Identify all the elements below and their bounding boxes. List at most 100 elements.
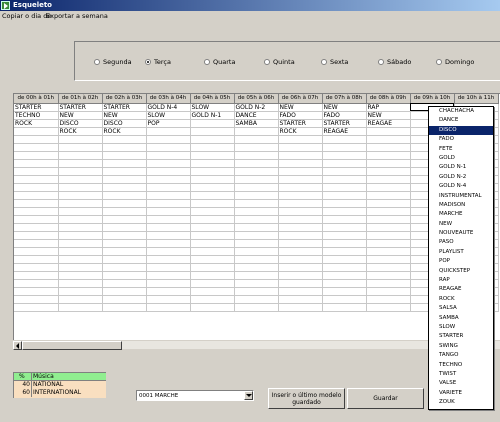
- grid-cell[interactable]: [14, 215, 59, 224]
- grid-cell[interactable]: [278, 255, 323, 264]
- grid-cell[interactable]: [102, 263, 147, 272]
- grid-cell[interactable]: [234, 295, 279, 304]
- grid-cell[interactable]: [58, 287, 103, 296]
- genre-option[interactable]: PASO: [429, 238, 493, 247]
- grid-cell[interactable]: [146, 271, 191, 280]
- grid-cell[interactable]: [366, 215, 411, 224]
- grid-cell[interactable]: [146, 127, 191, 136]
- genre-option[interactable]: POP: [429, 257, 493, 266]
- grid-cell[interactable]: [190, 135, 235, 144]
- grid-cell[interactable]: STARTER: [102, 103, 147, 112]
- genre-option[interactable]: SWING: [429, 342, 493, 351]
- grid-cell[interactable]: [234, 151, 279, 160]
- grid-cell[interactable]: [14, 223, 59, 232]
- grid-cell[interactable]: TECHNO: [14, 111, 59, 120]
- grid-cell[interactable]: [322, 255, 367, 264]
- grid-cell[interactable]: [102, 271, 147, 280]
- grid-cell[interactable]: STARTER: [322, 119, 367, 128]
- grid-cell[interactable]: [146, 159, 191, 168]
- radio-saturday[interactable]: Sábado: [378, 58, 411, 67]
- grid-cell[interactable]: ROCK: [278, 127, 323, 136]
- grid-cell[interactable]: [58, 223, 103, 232]
- genre-option[interactable]: PLAYLIST: [429, 248, 493, 257]
- grid-cell[interactable]: [14, 295, 59, 304]
- grid-cell[interactable]: DISCO: [102, 119, 147, 128]
- grid-cell[interactable]: [190, 303, 235, 312]
- grid-cell[interactable]: [366, 191, 411, 200]
- grid-cell[interactable]: [58, 303, 103, 312]
- grid-cell[interactable]: [14, 167, 59, 176]
- grid-cell[interactable]: [190, 119, 235, 128]
- grid-cell[interactable]: [322, 175, 367, 184]
- grid-cell[interactable]: [234, 239, 279, 248]
- grid-cell[interactable]: [322, 199, 367, 208]
- grid-cell[interactable]: [234, 143, 279, 152]
- grid-cell[interactable]: [14, 127, 59, 136]
- grid-cell[interactable]: [234, 255, 279, 264]
- grid-cell[interactable]: [322, 135, 367, 144]
- grid-cell[interactable]: [190, 231, 235, 240]
- grid-cell[interactable]: [58, 247, 103, 256]
- grid-cell[interactable]: [146, 167, 191, 176]
- genre-option[interactable]: NEW: [429, 220, 493, 229]
- insert-last-model-button[interactable]: Inserir o último modelo guardado: [268, 388, 345, 409]
- grid-cell[interactable]: NEW: [366, 111, 411, 120]
- grid-cell[interactable]: [102, 287, 147, 296]
- grid-cell[interactable]: [366, 151, 411, 160]
- chevron-down-icon[interactable]: [244, 391, 253, 400]
- grid-cell[interactable]: [58, 143, 103, 152]
- grid-cell[interactable]: STARTER: [58, 103, 103, 112]
- grid-cell[interactable]: [278, 167, 323, 176]
- grid-cell[interactable]: [322, 303, 367, 312]
- genre-option[interactable]: GOLD N-2: [429, 173, 493, 182]
- grid-cell[interactable]: [234, 183, 279, 192]
- scroll-thumb[interactable]: [22, 341, 122, 350]
- grid-cell[interactable]: [278, 231, 323, 240]
- grid-cell[interactable]: [278, 295, 323, 304]
- grid-cell[interactable]: [278, 223, 323, 232]
- grid-cell[interactable]: [366, 247, 411, 256]
- grid-cell[interactable]: [102, 151, 147, 160]
- grid-cell[interactable]: [322, 239, 367, 248]
- genre-option[interactable]: GOLD N-1: [429, 163, 493, 172]
- grid-cell[interactable]: [278, 279, 323, 288]
- grid-cell[interactable]: [146, 215, 191, 224]
- grid-cell[interactable]: [234, 279, 279, 288]
- grid-cell[interactable]: NEW: [278, 103, 323, 112]
- grid-cell[interactable]: [234, 287, 279, 296]
- genre-option[interactable]: MADISON: [429, 201, 493, 210]
- grid-cell[interactable]: [146, 183, 191, 192]
- grid-cell[interactable]: [278, 175, 323, 184]
- grid-cell[interactable]: [14, 247, 59, 256]
- grid-cell[interactable]: [14, 151, 59, 160]
- grid-cell[interactable]: [102, 191, 147, 200]
- grid-cell[interactable]: [14, 263, 59, 272]
- grid-cell[interactable]: [146, 279, 191, 288]
- grid-cell[interactable]: [322, 279, 367, 288]
- grid-cell[interactable]: ROCK: [14, 119, 59, 128]
- grid-cell[interactable]: [366, 199, 411, 208]
- grid-cell[interactable]: [278, 287, 323, 296]
- grid-cell[interactable]: [322, 287, 367, 296]
- genre-option[interactable]: FADO: [429, 135, 493, 144]
- genre-option[interactable]: VALSE: [429, 379, 493, 388]
- grid-cell[interactable]: [102, 279, 147, 288]
- grid-cell[interactable]: [102, 207, 147, 216]
- genre-dropdown-list[interactable]: CHACHACHA DANCE DISCO FADO FETE GOLD GOLD N-1 G…: [428, 106, 494, 410]
- grid-cell[interactable]: [234, 271, 279, 280]
- grid-cell[interactable]: ROCK: [58, 127, 103, 136]
- menu-export-week[interactable]: Exportar a semana: [46, 12, 108, 21]
- grid-cell[interactable]: [366, 263, 411, 272]
- grid-cell[interactable]: [146, 295, 191, 304]
- grid-cell[interactable]: [58, 231, 103, 240]
- grid-cell[interactable]: [190, 183, 235, 192]
- grid-cell[interactable]: [190, 287, 235, 296]
- music-row[interactable]: 40 NATIONAL: [14, 381, 106, 389]
- grid-cell[interactable]: [190, 215, 235, 224]
- grid-cell[interactable]: STARTER: [278, 119, 323, 128]
- grid-cell[interactable]: [190, 159, 235, 168]
- grid-cell[interactable]: [234, 207, 279, 216]
- grid-cell[interactable]: [366, 295, 411, 304]
- grid-cell[interactable]: [366, 303, 411, 312]
- grid-cell[interactable]: [102, 255, 147, 264]
